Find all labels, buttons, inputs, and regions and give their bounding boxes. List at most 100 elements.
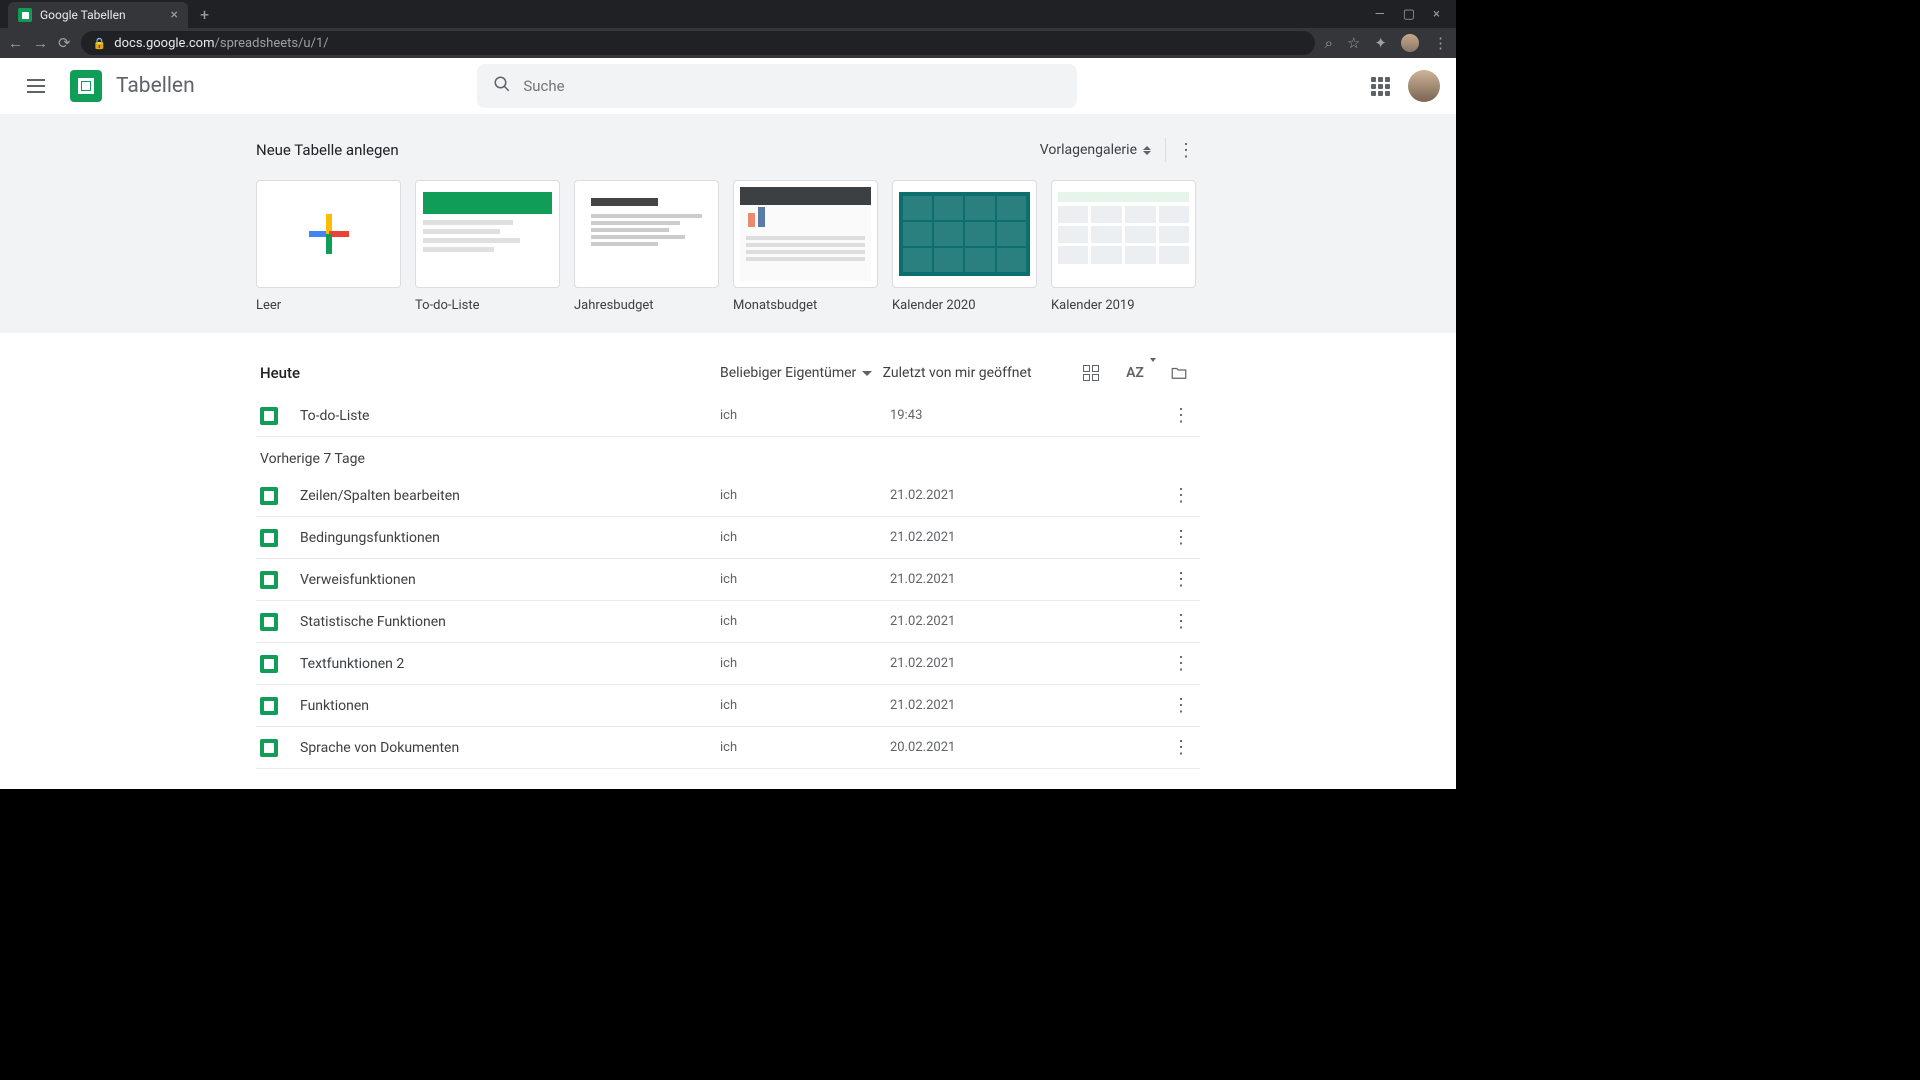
- chevron-down-icon: [862, 371, 872, 376]
- templates-more-button[interactable]: ⋮: [1172, 136, 1200, 164]
- browser-tab-bar: Google Tabellen × + — ▢ ×: [0, 0, 1456, 28]
- url-path: /spreadsheets/u/1/: [215, 36, 329, 51]
- file-more-button[interactable]: ⋮: [1166, 485, 1196, 506]
- file-row[interactable]: Verweisfunktionenich21.02.2021⋮: [256, 559, 1200, 601]
- file-row[interactable]: Zeilen/Spalten bearbeitenich21.02.2021 ⋮: [256, 475, 1200, 517]
- reload-icon[interactable]: ⟳: [58, 34, 71, 52]
- file-row[interactable]: Funktionenich21.02.2021⋮: [256, 685, 1200, 727]
- maximize-icon[interactable]: ▢: [1403, 7, 1415, 22]
- sheets-favicon: [18, 8, 32, 22]
- apps-grid-icon: [1371, 77, 1390, 96]
- file-row[interactable]: Textfunktionen 2ich21.02.2021⋮: [256, 643, 1200, 685]
- file-date: 20.02.2021: [890, 740, 1090, 755]
- minimize-icon[interactable]: —: [1375, 7, 1385, 22]
- grid-icon: [1083, 365, 1099, 381]
- files-section-title: Heute: [260, 364, 720, 382]
- file-date: 21.02.2021: [890, 656, 1090, 671]
- file-owner: ich: [720, 488, 890, 503]
- file-row[interactable]: Sprache von Dokumentenich20.02.2021 ⋮: [256, 727, 1200, 769]
- file-owner: ich: [720, 656, 890, 671]
- file-more-button[interactable]: ⋮: [1166, 611, 1196, 632]
- file-more-button[interactable]: ⋮: [1166, 527, 1196, 548]
- google-apps-button[interactable]: [1360, 66, 1400, 106]
- window-controls: — ▢ ×: [1375, 7, 1448, 22]
- file-date: 21.02.2021: [890, 614, 1090, 629]
- owner-filter[interactable]: Beliebiger Eigentümer: [720, 365, 883, 381]
- file-date: 21.02.2021: [890, 698, 1090, 713]
- template-calendar-2020[interactable]: Kalender 2020: [892, 180, 1037, 313]
- browser-menu-icon[interactable]: ⋮: [1433, 34, 1448, 52]
- search-box[interactable]: [477, 64, 1077, 108]
- zoom-search-icon[interactable]: ⌕: [1325, 34, 1333, 52]
- new-tab-button[interactable]: +: [200, 5, 209, 24]
- file-date: 21.02.2021: [890, 572, 1090, 587]
- sheets-file-icon: [260, 487, 278, 505]
- main-menu-button[interactable]: [16, 66, 56, 106]
- template-monthly-budget[interactable]: Monatsbudget: [733, 180, 878, 313]
- close-window-icon[interactable]: ×: [1433, 7, 1440, 22]
- account-avatar[interactable]: [1408, 70, 1440, 102]
- files-section: Heute Beliebiger Eigentümer Zuletzt von …: [256, 333, 1200, 769]
- file-more-button[interactable]: ⋮: [1166, 405, 1196, 426]
- file-owner: ich: [720, 530, 890, 545]
- template-blank[interactable]: Leer: [256, 180, 401, 313]
- file-row[interactable]: Statistische Funktionenich21.02.2021⋮: [256, 601, 1200, 643]
- bookmark-star-icon[interactable]: ☆: [1347, 34, 1360, 52]
- template-annual-budget[interactable]: Jahresbudget: [574, 180, 719, 313]
- file-owner: ich: [720, 408, 890, 423]
- profile-avatar-icon[interactable]: [1401, 34, 1419, 52]
- file-icon: [260, 739, 300, 757]
- sheets-file-icon: [260, 697, 278, 715]
- file-name: Zeilen/Spalten bearbeiten: [300, 488, 720, 504]
- forward-icon[interactable]: →: [33, 34, 48, 52]
- template-todo[interactable]: To-do-Liste: [415, 180, 560, 313]
- file-name: Sprache von Dokumenten: [300, 740, 720, 756]
- file-date: 21.02.2021: [890, 488, 1090, 503]
- template-label: To-do-Liste: [415, 298, 560, 313]
- template-label: Leer: [256, 298, 401, 313]
- file-date: 21.02.2021: [890, 530, 1090, 545]
- file-icon: [260, 571, 300, 589]
- sheets-file-icon: [260, 739, 278, 757]
- template-label: Monatsbudget: [733, 298, 878, 313]
- sheets-logo-icon: [70, 70, 102, 102]
- file-date: 19:43: [890, 408, 1090, 423]
- file-more-button[interactable]: ⋮: [1166, 569, 1196, 590]
- browser-tab[interactable]: Google Tabellen ×: [8, 2, 188, 28]
- app-header: Tabellen: [0, 58, 1456, 114]
- file-more-button[interactable]: ⋮: [1166, 695, 1196, 716]
- close-tab-icon[interactable]: ×: [171, 7, 178, 23]
- file-name: Bedingungsfunktionen: [300, 530, 720, 546]
- back-icon[interactable]: ←: [8, 34, 23, 52]
- open-picker-button[interactable]: [1162, 356, 1196, 390]
- file-name: To-do-Liste: [300, 408, 720, 424]
- address-bar[interactable]: 🔒 docs.google.com/spreadsheets/u/1/: [81, 31, 1315, 55]
- template-calendar-2019[interactable]: Kalender 2019: [1051, 180, 1196, 313]
- template-label: Kalender 2020: [892, 298, 1037, 313]
- extensions-icon[interactable]: ✦: [1374, 34, 1387, 52]
- file-more-button[interactable]: ⋮: [1166, 653, 1196, 674]
- expand-icon: [1143, 146, 1151, 155]
- file-owner: ich: [720, 740, 890, 755]
- file-name: Funktionen: [300, 698, 720, 714]
- file-row[interactable]: To-do-Listeich19:43 ⋮: [256, 395, 1200, 437]
- page: Tabellen Neue Tabelle anlege: [0, 58, 1456, 789]
- app-title: Tabellen: [116, 74, 195, 98]
- file-row[interactable]: Bedingungsfunktionenich21.02.2021 ⋮: [256, 517, 1200, 559]
- file-icon: [260, 529, 300, 547]
- lock-icon: 🔒: [93, 37, 107, 50]
- file-icon: [260, 655, 300, 673]
- file-name: Verweisfunktionen: [300, 572, 720, 588]
- gallery-label: Vorlagengalerie: [1040, 142, 1137, 158]
- file-icon: [260, 487, 300, 505]
- search-input[interactable]: [523, 77, 1061, 95]
- grid-view-button[interactable]: [1074, 356, 1108, 390]
- sort-az-button[interactable]: AZ: [1118, 356, 1152, 390]
- template-gallery-button[interactable]: Vorlagengalerie: [1032, 136, 1159, 164]
- toolbar-right: ⌕ ☆ ✦ ⋮: [1325, 34, 1448, 52]
- template-label: Jahresbudget: [574, 298, 719, 313]
- file-owner: ich: [720, 614, 890, 629]
- templates-row: Leer To-do-Liste Jahresbudget Monatsbudg…: [256, 180, 1200, 313]
- file-more-button[interactable]: ⋮: [1166, 737, 1196, 758]
- sort-label[interactable]: Zuletzt von mir geöffnet: [883, 365, 1074, 381]
